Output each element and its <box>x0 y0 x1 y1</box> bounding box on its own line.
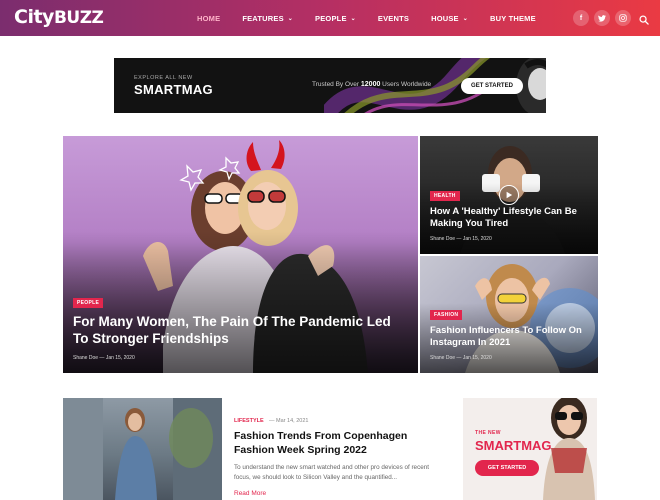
featured-main-title[interactable]: For Many Women, The Pain Of The Pandemic… <box>73 314 393 348</box>
nav-label: HOUSE <box>431 13 459 23</box>
post-category[interactable]: LIFESTYLE <box>234 418 264 424</box>
post-author[interactable]: Shane Doe <box>430 355 455 361</box>
post-author[interactable]: Shane Doe <box>430 236 455 242</box>
search-icon[interactable] <box>639 12 649 25</box>
chevron-down-icon: ⌄ <box>287 15 294 22</box>
chevron-down-icon: ⌄ <box>350 15 356 22</box>
post-date: — Mar 14, 2021 <box>269 418 309 424</box>
logo-suffix: BUZZ <box>53 8 104 28</box>
sidebar-ad-title: SMARTMAG <box>475 438 552 453</box>
play-video-icon[interactable] <box>499 185 519 205</box>
nav-label: BUY THEME <box>490 13 536 23</box>
twitter-icon[interactable] <box>594 10 610 26</box>
nav-buy-theme[interactable]: BUY THEME <box>490 14 536 23</box>
post-author[interactable]: Shane Doe <box>73 355 98 361</box>
nav-house[interactable]: HOUSE ⌄ <box>431 14 468 23</box>
category-badge[interactable]: PEOPLE <box>73 298 104 308</box>
site-logo[interactable]: CityBUZZ <box>14 6 104 28</box>
post-date: Jan 15, 2020 <box>462 236 492 242</box>
image-overlay <box>63 230 418 373</box>
banner-get-started-button[interactable]: GET STARTED <box>461 78 523 94</box>
instagram-icon[interactable] <box>615 10 631 26</box>
trust-suffix: Users Worldwide <box>382 81 432 88</box>
post-thumbnail[interactable] <box>63 398 222 500</box>
nav-people[interactable]: PEOPLE ⌄ <box>315 14 356 23</box>
sidebar-ad-eyebrow: THE NEW <box>475 430 501 436</box>
nav-label: HOME <box>197 13 221 23</box>
post-date: Jan 15, 2020 <box>462 355 492 361</box>
post-thumbnail-image <box>63 398 222 500</box>
featured-side-card[interactable]: FASHION Fashion Influencers To Follow On… <box>420 256 598 373</box>
nav-home[interactable]: HOME <box>197 14 220 23</box>
banner-eyebrow: EXPLORE ALL NEW <box>134 75 193 81</box>
logo-prefix: City <box>14 6 54 28</box>
post-meta: Shane Doe — Jan 15, 2020 <box>430 236 492 242</box>
featured-side-title[interactable]: Fashion Influencers To Follow On Instagr… <box>430 325 590 349</box>
post-date-value: Mar 14, 2021 <box>276 418 309 424</box>
post-meta: Shane Doe — Jan 15, 2020 <box>430 355 492 361</box>
main-nav: HOME FEATURES ⌄ PEOPLE ⌄ EVENTS HOUSE ⌄ BUY… <box>197 0 558 36</box>
site-header: CityBUZZ HOME FEATURES ⌄ PEOPLE ⌄ EVENTS H… <box>0 0 660 36</box>
ad-banner[interactable]: EXPLORE ALL NEW SMARTMAG Trusted By Over… <box>114 58 546 113</box>
banner-title: SMARTMAG <box>134 82 213 97</box>
trust-count: 12000 <box>360 81 381 88</box>
facebook-icon[interactable]: f <box>573 10 589 26</box>
post-excerpt: To understand the new smart watched and … <box>234 464 429 481</box>
nav-features[interactable]: FEATURES ⌄ <box>242 14 293 23</box>
featured-side-title[interactable]: How A 'Healthy' Lifestyle Can Be Making … <box>430 206 590 230</box>
banner-trust-text: Trusted By Over 12000 Users Worldwide <box>312 81 431 88</box>
category-badge[interactable]: HEALTH <box>430 191 460 201</box>
post-title[interactable]: Fashion Trends From Copenhagen Fashion W… <box>234 430 444 457</box>
trust-prefix: Trusted By Over <box>312 81 360 88</box>
sidebar-ad-get-started-button[interactable]: GET STARTED <box>475 460 539 476</box>
nav-label: FEATURES <box>242 13 284 23</box>
sidebar-ad[interactable]: THE NEW SMARTMAG GET STARTED <box>463 398 597 500</box>
category-badge[interactable]: FASHION <box>430 310 463 320</box>
nav-label: EVENTS <box>377 13 410 23</box>
featured-main-card[interactable]: PEOPLE For Many Women, The Pain Of The P… <box>63 136 418 373</box>
read-more-link[interactable]: Read More <box>234 490 266 497</box>
post-meta: Shane Doe — Jan 15, 2020 <box>73 355 135 361</box>
chevron-down-icon: ⌄ <box>462 15 468 22</box>
nav-label: PEOPLE <box>315 13 347 23</box>
nav-events[interactable]: EVENTS <box>378 14 409 23</box>
post-date: Jan 15, 2020 <box>105 355 135 361</box>
